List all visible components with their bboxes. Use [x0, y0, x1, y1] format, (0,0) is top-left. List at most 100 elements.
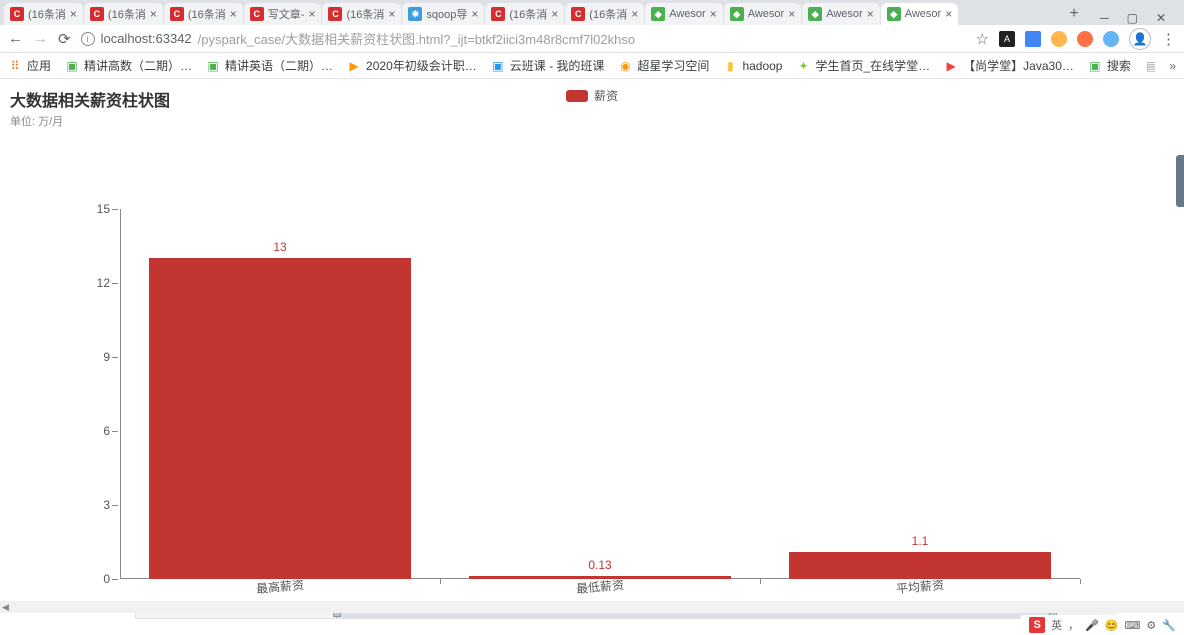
- bookmark-item[interactable]: ▤Scrapy教程— Scra…: [1145, 57, 1155, 74]
- bookmark-item[interactable]: ▣精讲高数（二期）…: [65, 57, 192, 74]
- tab-close-icon[interactable]: ×: [788, 7, 795, 21]
- scroll-left-icon[interactable]: ◀: [2, 602, 9, 613]
- tab-close-icon[interactable]: ×: [70, 7, 77, 21]
- page-content: 大数据相关薪资柱状图 单位: 万/月 薪资 0369121513最高薪资0.13…: [0, 79, 1184, 137]
- bookmark-item[interactable]: ◉超星学习空间: [618, 57, 709, 74]
- x-tick: [760, 579, 761, 584]
- bookmark-icon: ▮: [723, 59, 737, 73]
- ime-mode[interactable]: 英: [1051, 617, 1062, 633]
- tab-title: (16条消: [108, 6, 146, 22]
- tab-favicon: ◆: [808, 7, 822, 21]
- browser-tab[interactable]: C(16条消×: [565, 3, 644, 25]
- profile-avatar[interactable]: 👤: [1129, 28, 1151, 50]
- browser-tab[interactable]: C(16条消×: [84, 3, 163, 25]
- browser-tab[interactable]: ◆Awesor×: [645, 3, 723, 25]
- maximize-button[interactable]: ▢: [1127, 11, 1138, 25]
- tab-close-icon[interactable]: ×: [230, 7, 237, 21]
- tab-close-icon[interactable]: ×: [945, 7, 952, 21]
- y-axis-label: 15: [90, 202, 110, 216]
- url-host: localhost:63342: [101, 31, 192, 46]
- bookmark-icon: ▣: [206, 59, 220, 73]
- star-icon[interactable]: ☆: [976, 30, 989, 48]
- chart-subtitle: 单位: 万/月: [10, 113, 1174, 129]
- forward-button[interactable]: →: [33, 30, 48, 47]
- extension-icon[interactable]: [1077, 31, 1093, 47]
- new-tab-button[interactable]: +: [1062, 3, 1086, 25]
- bar-value-label: 1.1: [912, 534, 929, 548]
- y-axis-label: 3: [90, 498, 110, 512]
- browser-tab[interactable]: C(16条消×: [322, 3, 401, 25]
- extension-icon[interactable]: A: [999, 31, 1015, 47]
- bar-value-label: 0.13: [588, 558, 611, 572]
- bookmark-item[interactable]: ✦ 学生首页_在线学堂…: [796, 57, 930, 74]
- ime-voice-icon[interactable]: 🎤: [1085, 619, 1099, 632]
- reload-button[interactable]: ⟳: [58, 30, 71, 48]
- extension-icon[interactable]: [1051, 31, 1067, 47]
- bar[interactable]: [789, 552, 1051, 579]
- y-tick: [112, 579, 118, 580]
- tab-close-icon[interactable]: ×: [867, 7, 874, 21]
- bookmark-item[interactable]: ▶【尚学堂】Java30…: [944, 57, 1074, 74]
- tab-close-icon[interactable]: ×: [631, 7, 638, 21]
- menu-icon[interactable]: ⋮: [1161, 30, 1176, 48]
- tab-close-icon[interactable]: ×: [471, 7, 478, 21]
- y-tick: [112, 431, 118, 432]
- bookmark-icon: ✦: [796, 59, 810, 73]
- close-window-button[interactable]: ✕: [1156, 11, 1166, 25]
- bookmark-item[interactable]: ▶2020年初级会计职…: [347, 57, 477, 74]
- y-axis: [120, 209, 121, 579]
- browser-tab[interactable]: ◆ Awesor ×: [881, 3, 959, 25]
- bookmark-item[interactable]: ▣精讲英语（二期）…: [206, 57, 333, 74]
- legend-label: 薪资: [594, 87, 618, 104]
- tab-favicon: ◆: [887, 7, 901, 21]
- bookmark-icon: ▶: [347, 59, 361, 73]
- tab-title: (16条消: [509, 6, 547, 22]
- ime-badge[interactable]: S: [1029, 617, 1045, 633]
- bookmark-icon: ◉: [618, 59, 632, 73]
- y-tick: [112, 357, 118, 358]
- browser-tab[interactable]: ❋sqoop导×: [402, 3, 484, 25]
- url-input[interactable]: i localhost:63342/pyspark_case/大数据相关薪资柱状…: [81, 29, 966, 48]
- browser-tab[interactable]: C写文章-×: [244, 3, 322, 25]
- tab-close-icon[interactable]: ×: [551, 7, 558, 21]
- bookmark-item[interactable]: ▮hadoop: [723, 57, 782, 74]
- ime-tool-icon[interactable]: 🔧: [1162, 619, 1176, 632]
- browser-tab[interactable]: C(16条消×: [4, 3, 83, 25]
- ime-settings-icon[interactable]: ⚙: [1146, 619, 1156, 632]
- minimize-button[interactable]: ─: [1100, 11, 1109, 25]
- tab-close-icon[interactable]: ×: [308, 7, 315, 21]
- tab-title: (16条消: [28, 6, 66, 22]
- site-info-icon[interactable]: i: [81, 32, 95, 46]
- sidebar-handle[interactable]: [1176, 155, 1184, 207]
- browser-tab[interactable]: C(16条消×: [164, 3, 243, 25]
- bookmark-item[interactable]: ⠿应用: [8, 57, 51, 74]
- tab-close-icon[interactable]: ×: [150, 7, 157, 21]
- tab-title: Awesor: [905, 8, 941, 20]
- ime-keyboard-icon[interactable]: ⌨: [1125, 619, 1141, 632]
- chart-legend[interactable]: 薪资: [566, 87, 618, 104]
- bookmarks-bar: ⠿应用 ▣精讲高数（二期）… ▣精讲英语（二期）… ▶2020年初级会计职… ▣云班课 …: [0, 53, 1184, 79]
- ime-status-bar: S 英 ， 🎤 😊 ⌨ ⚙ 🔧: [1021, 615, 1184, 635]
- legend-swatch: [566, 90, 588, 102]
- tab-close-icon[interactable]: ×: [710, 7, 717, 21]
- tab-title: (16条消: [188, 6, 226, 22]
- y-axis-label: 12: [90, 276, 110, 290]
- bookmarks-overflow-icon[interactable]: »: [1169, 59, 1176, 73]
- browser-tab[interactable]: ◆Awesor×: [802, 3, 880, 25]
- y-tick: [112, 209, 118, 210]
- tab-close-icon[interactable]: ×: [388, 7, 395, 21]
- ime-emoji-icon[interactable]: 😊: [1105, 619, 1119, 632]
- bookmark-icon: ▣: [65, 59, 79, 73]
- bookmark-item[interactable]: ▣搜索: [1088, 57, 1131, 74]
- browser-tab[interactable]: ◆Awesor×: [724, 3, 802, 25]
- bookmark-item[interactable]: ▣云班课 - 我的班课: [491, 57, 605, 74]
- bookmark-label: 学生首页_在线学堂…: [815, 57, 930, 74]
- back-button[interactable]: ←: [8, 30, 23, 47]
- extension-icon[interactable]: [1025, 31, 1041, 47]
- ime-punct[interactable]: ，: [1068, 617, 1079, 633]
- browser-tab[interactable]: C(16条消×: [485, 3, 564, 25]
- bar[interactable]: [149, 258, 411, 579]
- address-bar: ← → ⟳ i localhost:63342/pyspark_case/大数据…: [0, 25, 1184, 53]
- extension-icon[interactable]: [1103, 31, 1119, 47]
- horizontal-scrollbar[interactable]: ◀: [0, 601, 1184, 613]
